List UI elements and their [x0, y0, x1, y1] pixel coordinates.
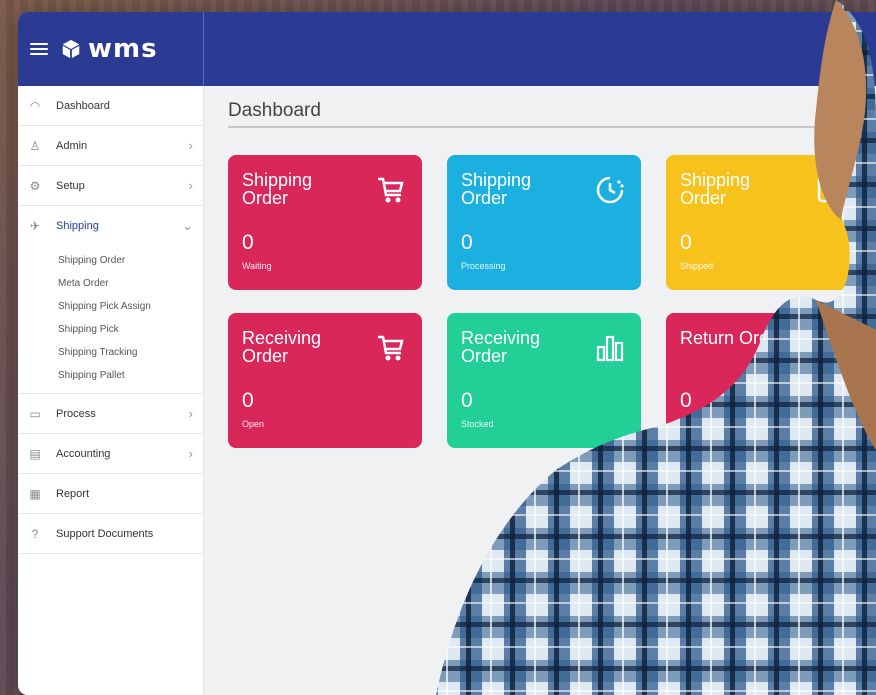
- sidebar-item-report[interactable]: ▦ Report: [18, 474, 203, 514]
- page-title: Dashboard: [228, 100, 321, 121]
- calendar-icon: ▭: [29, 406, 41, 421]
- card-label: Processing: [461, 261, 506, 271]
- cart-icon: [378, 177, 404, 203]
- submenu-item-shipping-order[interactable]: Shipping Order: [58, 249, 203, 272]
- sidebar-item-label: Setup: [56, 179, 85, 192]
- sidebar: ◠ Dashboard ♙ Admin › ⚙ Setup › ✈ Shippi…: [18, 86, 204, 695]
- submenu-item-meta-order[interactable]: Meta Order: [58, 272, 203, 295]
- sidebar-item-process[interactable]: ▭ Process ›: [18, 394, 203, 434]
- sidebar-item-support-documents[interactable]: ? Support Documents: [18, 514, 203, 554]
- sidebar-item-label: Dashboard: [56, 99, 110, 112]
- chevron-right-icon: ›: [188, 138, 193, 153]
- card-receiving-open[interactable]: Receiving Order 0 Open: [228, 313, 422, 448]
- sidebar-item-label: Report: [56, 487, 90, 500]
- card-label: Waiting: [242, 261, 272, 271]
- shipping-icon: ✈: [29, 218, 41, 233]
- submenu-item-shipping-tracking[interactable]: Shipping Tracking: [58, 341, 203, 364]
- card-title: Shipping Order: [242, 170, 313, 208]
- card-shipping-processing[interactable]: Shipping Order 0 Processing: [447, 155, 641, 290]
- submenu-item-shipping-pallet[interactable]: Shipping Pallet: [58, 364, 203, 387]
- checklist-icon: [817, 175, 841, 203]
- report-icon: ▦: [29, 486, 41, 501]
- sidebar-item-label: Support Documents: [56, 527, 154, 540]
- main-content: Dashboard Shipping Order 0 Waiting Shipp…: [204, 86, 876, 695]
- sidebar-item-label: Shipping: [56, 219, 99, 232]
- card-value: 0: [680, 231, 692, 254]
- card-shipping-waiting[interactable]: Shipping Order 0 Waiting: [228, 155, 422, 290]
- help-icon: ?: [31, 526, 39, 541]
- card-title: Return Order: [680, 328, 786, 348]
- sidebar-item-admin[interactable]: ♙ Admin ›: [18, 126, 203, 166]
- card-value: 0: [461, 231, 473, 254]
- card-title: Shipping Order: [461, 170, 532, 208]
- card-label: Stocked: [461, 419, 494, 429]
- card-title: Shipping Order: [680, 170, 751, 208]
- sidebar-item-dashboard[interactable]: ◠ Dashboard: [18, 86, 203, 126]
- chevron-right-icon: ›: [188, 406, 193, 421]
- card-title: Receiving Order: [242, 328, 322, 366]
- card-value: 0: [242, 389, 254, 412]
- title-divider: [228, 126, 876, 128]
- logo: wms: [60, 34, 158, 64]
- card-receiving-stocked[interactable]: Receiving Order 0 Stocked: [447, 313, 641, 448]
- brand-area: wms: [18, 12, 204, 86]
- card-value: 0: [461, 389, 473, 412]
- card-value: 0: [680, 389, 692, 412]
- logo-text: wms: [88, 34, 158, 64]
- sidebar-item-accounting[interactable]: ▤ Accounting ›: [18, 434, 203, 474]
- dashboard-icon: ◠: [29, 98, 41, 113]
- sidebar-item-label: Accounting: [56, 447, 111, 460]
- shipping-submenu: Shipping Order Meta Order Shipping Pick …: [18, 245, 203, 394]
- card-value: 0: [242, 231, 254, 254]
- timer-icon: [596, 176, 624, 204]
- gear-icon: ⚙: [29, 178, 41, 193]
- document-icon: ▤: [29, 446, 41, 461]
- chevron-down-icon: ⌄: [182, 217, 193, 233]
- card-label: Shipped: [680, 261, 714, 271]
- card-return-open[interactable]: Return Order 0 Op: [666, 313, 860, 448]
- cube-logo-icon: [62, 39, 80, 59]
- sidebar-item-label: Admin: [56, 139, 88, 152]
- app-window: wms ◠ Dashboard ♙ Admin › ⚙ Setup › ✈ Sh…: [18, 12, 876, 695]
- card-label: Open: [242, 419, 265, 429]
- card-shipping-shipped[interactable]: Shipping Order 0 Shipped: [666, 155, 860, 290]
- card-label: Op: [680, 419, 693, 429]
- chevron-right-icon: ›: [188, 178, 193, 193]
- menu-toggle-icon[interactable]: [30, 40, 48, 58]
- user-icon: ♙: [29, 138, 41, 153]
- cart-icon: [378, 335, 404, 361]
- sidebar-item-label: Process: [56, 407, 96, 420]
- sidebar-item-setup[interactable]: ⚙ Setup ›: [18, 166, 203, 206]
- submenu-item-shipping-pick[interactable]: Shipping Pick: [58, 318, 203, 341]
- card-title: Receiving Order: [461, 328, 541, 366]
- bar-chart-icon: [596, 335, 624, 362]
- submenu-item-shipping-pick-assign[interactable]: Shipping Pick Assign: [58, 295, 203, 318]
- top-bar: wms: [18, 12, 876, 86]
- chevron-right-icon: ›: [188, 446, 193, 461]
- sidebar-item-shipping[interactable]: ✈ Shipping ⌄: [18, 206, 203, 245]
